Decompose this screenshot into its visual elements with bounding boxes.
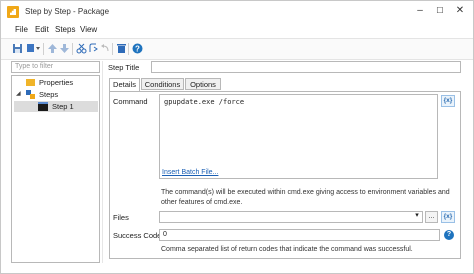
success-codes-input[interactable]: 0 <box>159 229 440 241</box>
command-editor[interactable]: gpupdate.exe /force Insert Batch File... <box>159 94 438 179</box>
command-text: gpupdate.exe /force <box>164 98 245 106</box>
step-title-input[interactable] <box>151 61 461 73</box>
app-icon <box>7 6 19 18</box>
menu-steps[interactable]: Steps <box>55 25 75 34</box>
menu-edit[interactable]: Edit <box>35 25 49 34</box>
insert-batch-file-link[interactable]: Insert Batch File... <box>162 169 218 176</box>
menu-bar: File Edit Steps View <box>1 23 473 37</box>
menu-file[interactable]: File <box>15 25 28 34</box>
help-icon[interactable]: ? <box>444 230 454 240</box>
steps-icon <box>26 90 35 99</box>
minimize-button[interactable]: – <box>413 5 427 17</box>
chevron-down-icon[interactable]: ▾ <box>411 211 423 223</box>
move-down-icon[interactable] <box>59 43 70 54</box>
toolbar-separator <box>72 43 73 55</box>
package-window: Step by Step - Package – ☐ ✕ File Edit S… <box>0 0 474 274</box>
window-title: Step by Step - Package <box>25 7 110 16</box>
delete-icon[interactable] <box>116 43 127 54</box>
cut-icon[interactable] <box>76 43 87 54</box>
toolbar: ? <box>1 38 473 60</box>
svg-text:?: ? <box>135 45 140 54</box>
files-select[interactable] <box>159 211 423 223</box>
close-button[interactable]: ✕ <box>453 5 467 17</box>
tab-options[interactable]: Options <box>185 78 221 90</box>
copy-icon[interactable] <box>88 43 99 54</box>
menu-view[interactable]: View <box>80 25 97 34</box>
browse-files-button[interactable]: ... <box>425 211 438 223</box>
step-title-label: Step Title <box>108 63 140 72</box>
paste-icon[interactable] <box>100 43 111 54</box>
tab-details[interactable]: Details <box>109 78 140 92</box>
toolbar-separator <box>128 43 129 55</box>
toolbar-separator <box>43 43 44 55</box>
tree-item-properties[interactable]: Properties <box>14 77 98 88</box>
tab-conditions[interactable]: Conditions <box>141 78 184 90</box>
properties-icon <box>26 79 35 86</box>
command-variable-button[interactable]: {x} <box>441 95 455 107</box>
command-prompt-icon <box>38 102 48 111</box>
success-codes-label: Success Codes <box>113 231 166 240</box>
collapse-arrow-icon[interactable]: ◢ <box>16 89 21 100</box>
files-label: Files <box>113 213 129 222</box>
help-icon[interactable]: ? <box>132 43 143 54</box>
add-step-icon[interactable] <box>26 43 41 54</box>
move-up-icon[interactable] <box>47 43 58 54</box>
tree-item-label: Steps <box>39 90 59 99</box>
toolbar-separator <box>112 43 113 55</box>
success-codes-note: Comma separated list of return codes tha… <box>161 246 413 253</box>
filter-input[interactable]: Type to filter <box>11 61 100 73</box>
command-note: The command(s) will be executed within c… <box>161 189 450 206</box>
tree-item-label: Step 1 <box>52 102 74 111</box>
tree-item-steps[interactable]: ◢ Steps <box>14 89 98 100</box>
tree-item-label: Properties <box>39 78 74 87</box>
step-tree: Properties ◢ Steps Step 1 <box>11 75 100 263</box>
splitter[interactable] <box>102 61 103 263</box>
files-variable-button[interactable]: {x} <box>441 211 455 223</box>
title-bar: Step by Step - Package – ☐ ✕ <box>1 1 473 23</box>
save-icon[interactable] <box>12 43 23 54</box>
maximize-button[interactable]: ☐ <box>433 5 447 17</box>
tree-item-step-1[interactable]: Step 1 <box>14 101 98 112</box>
command-label: Command <box>113 97 148 106</box>
